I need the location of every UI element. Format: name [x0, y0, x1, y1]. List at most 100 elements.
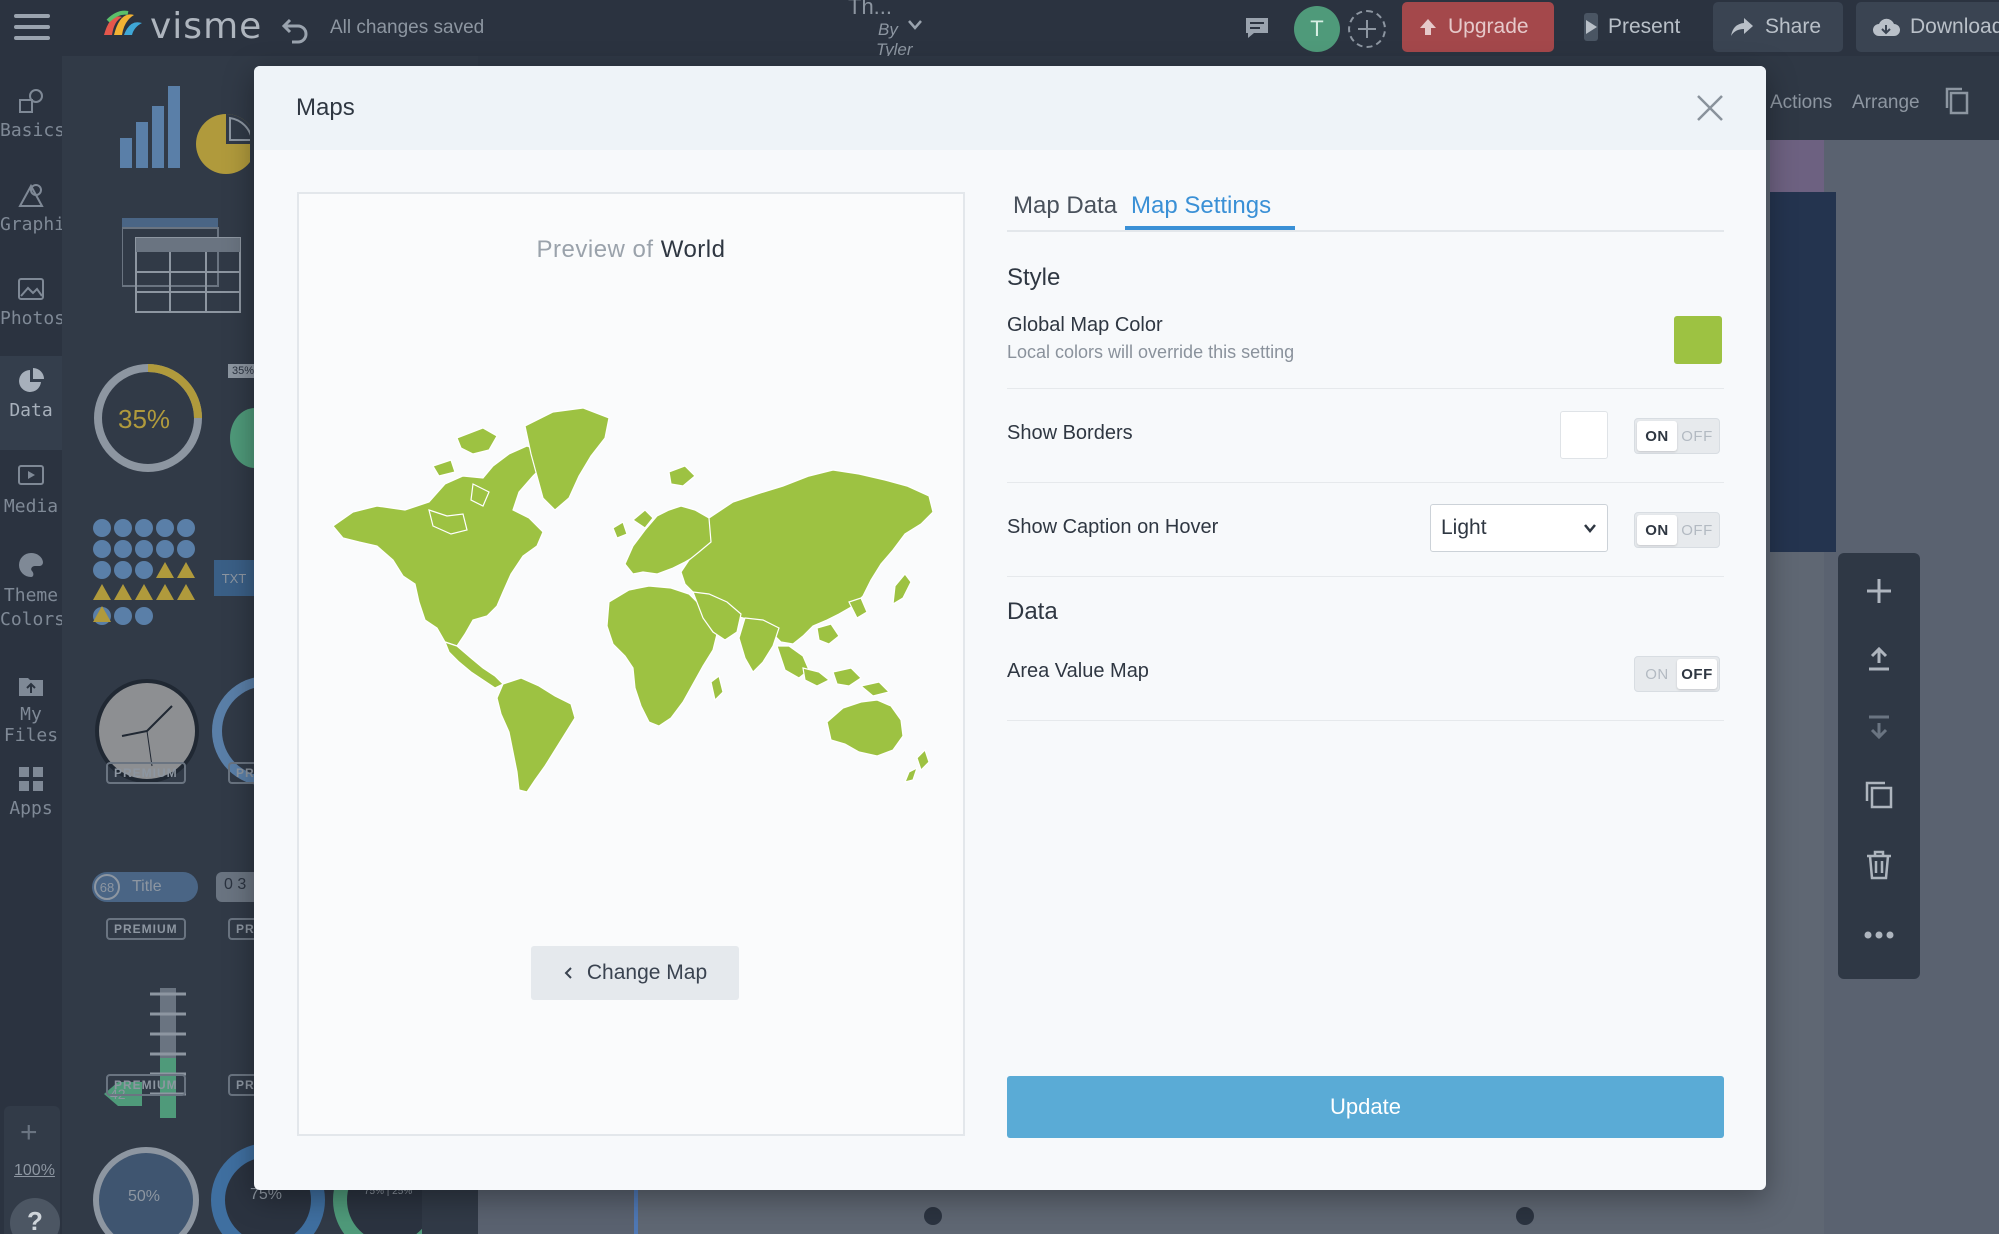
sidebar-label: Colors [0, 609, 66, 630]
share-icon [1731, 18, 1753, 36]
document-title[interactable]: Th... [848, 0, 892, 20]
preview-title: Preview of World [299, 236, 963, 264]
arrange-menu[interactable]: Arrange [1852, 92, 1920, 114]
area-value-toggle[interactable]: ON OFF [1634, 656, 1720, 692]
toggle-off: OFF [1681, 521, 1713, 539]
top-bar: visme All changes saved Th... By Tyler T… [0, 0, 1999, 59]
global-color-sub: Local colors will override this setting [1007, 342, 1295, 362]
save-status: All changes saved [330, 17, 485, 38]
move-up-icon[interactable] [1863, 643, 1895, 675]
left-sidebar: Basics Graphics Photos Data Media Theme … [0, 56, 87, 1234]
toggle-off: OFF [1677, 659, 1717, 689]
toggle-on: ON [1637, 421, 1677, 451]
sidebar-item-basics[interactable]: Basics [0, 86, 66, 141]
download-button[interactable]: Download [1856, 2, 1999, 52]
map-preview: Preview of World Change Map [297, 192, 965, 1136]
share-button[interactable]: Share [1713, 2, 1843, 52]
cloud-download-icon [1873, 18, 1900, 36]
palette-icon [19, 552, 44, 577]
graphics-icon [18, 183, 44, 207]
close-icon[interactable] [1694, 92, 1726, 124]
change-map-button[interactable]: Change Map [531, 946, 739, 1000]
tab-map-settings[interactable]: Map Settings [1131, 192, 1271, 230]
divider [1007, 482, 1724, 483]
global-color-swatch[interactable] [1674, 316, 1722, 364]
maps-dialog: Maps Preview of World Change Map Map Dat… [254, 66, 1766, 1190]
ring-label-50: 50% [128, 1188, 161, 1205]
apps-grid-icon [19, 767, 43, 791]
menu-icon[interactable] [14, 14, 50, 42]
pill-widget-thumb[interactable]: 68 Title [92, 872, 198, 902]
comment-icon[interactable] [1244, 16, 1270, 40]
show-borders-label: Show Borders [1007, 422, 1133, 444]
zoom-in-icon[interactable]: + [20, 1116, 38, 1150]
thermometer-widget-thumb[interactable] [102, 984, 202, 1124]
shapes-icon [19, 89, 43, 113]
divider [1007, 576, 1724, 577]
icon-array-widget-thumb[interactable] [92, 518, 196, 626]
undo-icon[interactable] [280, 12, 312, 44]
update-button[interactable]: Update [1007, 1076, 1724, 1138]
sidebar-item-theme-colors[interactable]: Theme Colors [0, 550, 66, 632]
present-label: Present [1608, 15, 1681, 38]
slide-tools [1838, 553, 1920, 979]
sidebar-item-my-files[interactable]: My Files [0, 670, 62, 746]
toggle-on: ON [1645, 665, 1669, 683]
area-value-label: Area Value Map [1007, 660, 1149, 682]
settings-tabs: Map Data Map Settings [1007, 176, 1724, 232]
caption-style-select[interactable]: Light [1430, 504, 1608, 552]
show-borders-toggle[interactable]: ON OFF [1634, 418, 1720, 454]
download-label: Download [1910, 15, 1999, 38]
preview-map-name: World [660, 236, 726, 263]
visme-logo[interactable]: visme [100, 6, 262, 47]
media-icon [18, 465, 44, 485]
caption-style-value: Light [1441, 516, 1487, 539]
world-map [333, 407, 933, 793]
sidebar-label: Media [3, 496, 59, 517]
change-map-label: Change Map [586, 961, 708, 984]
actions-menu[interactable]: Actions [1770, 92, 1832, 114]
resize-handle[interactable] [924, 1207, 942, 1225]
table-widget-thumb[interactable] [122, 218, 242, 314]
upgrade-icon [1420, 19, 1436, 35]
chart-widget-thumb[interactable] [120, 78, 250, 178]
dialog-header: Maps [254, 66, 1766, 150]
sidebar-item-apps[interactable]: Apps [0, 764, 62, 819]
folder-upload-icon [19, 678, 43, 696]
active-tab-indicator [1125, 226, 1295, 230]
upgrade-button[interactable]: Upgrade [1402, 2, 1554, 52]
add-collaborator-icon[interactable] [1348, 10, 1386, 48]
sidebar-item-data[interactable]: Data [0, 356, 62, 450]
zoom-level[interactable]: 100% [14, 1162, 55, 1180]
toggle-off: OFF [1681, 427, 1713, 445]
move-down-icon[interactable] [1863, 711, 1895, 743]
avatar[interactable]: T [1294, 6, 1340, 52]
trash-icon[interactable] [1863, 849, 1895, 881]
txt-widget-thumb[interactable]: TXT [214, 560, 254, 596]
sidebar-label: Theme [3, 585, 59, 606]
chevron-down-icon[interactable] [906, 18, 924, 32]
border-color-swatch[interactable] [1560, 411, 1608, 459]
premium-badge: PREMIUM [106, 1074, 186, 1096]
tab-map-data[interactable]: Map Data [1013, 192, 1117, 230]
sidebar-item-media[interactable]: Media [0, 462, 62, 517]
slide-element [1770, 140, 1824, 192]
play-icon [1584, 13, 1598, 41]
premium-badge: PREMIUM [106, 762, 186, 784]
toggle-on: ON [1637, 515, 1677, 545]
add-icon[interactable] [1863, 575, 1895, 607]
duplicate-icon[interactable] [1863, 779, 1895, 811]
logo-mark-icon [104, 10, 142, 35]
sidebar-item-graphics[interactable]: Graphics [0, 180, 87, 235]
sidebar-label: Photos [0, 308, 66, 329]
sidebar-label: Basics [0, 120, 66, 141]
copy-icon[interactable] [1944, 86, 1970, 116]
dialog-title: Maps [296, 94, 355, 121]
present-button[interactable]: Present [1568, 2, 1694, 52]
more-icon[interactable] [1863, 919, 1895, 951]
document-by: By [878, 20, 898, 39]
sidebar-item-photos[interactable]: Photos [0, 274, 66, 329]
resize-handle[interactable] [1516, 1207, 1534, 1225]
sidebar-label: Apps [9, 798, 53, 819]
caption-hover-toggle[interactable]: ON OFF [1634, 512, 1720, 548]
